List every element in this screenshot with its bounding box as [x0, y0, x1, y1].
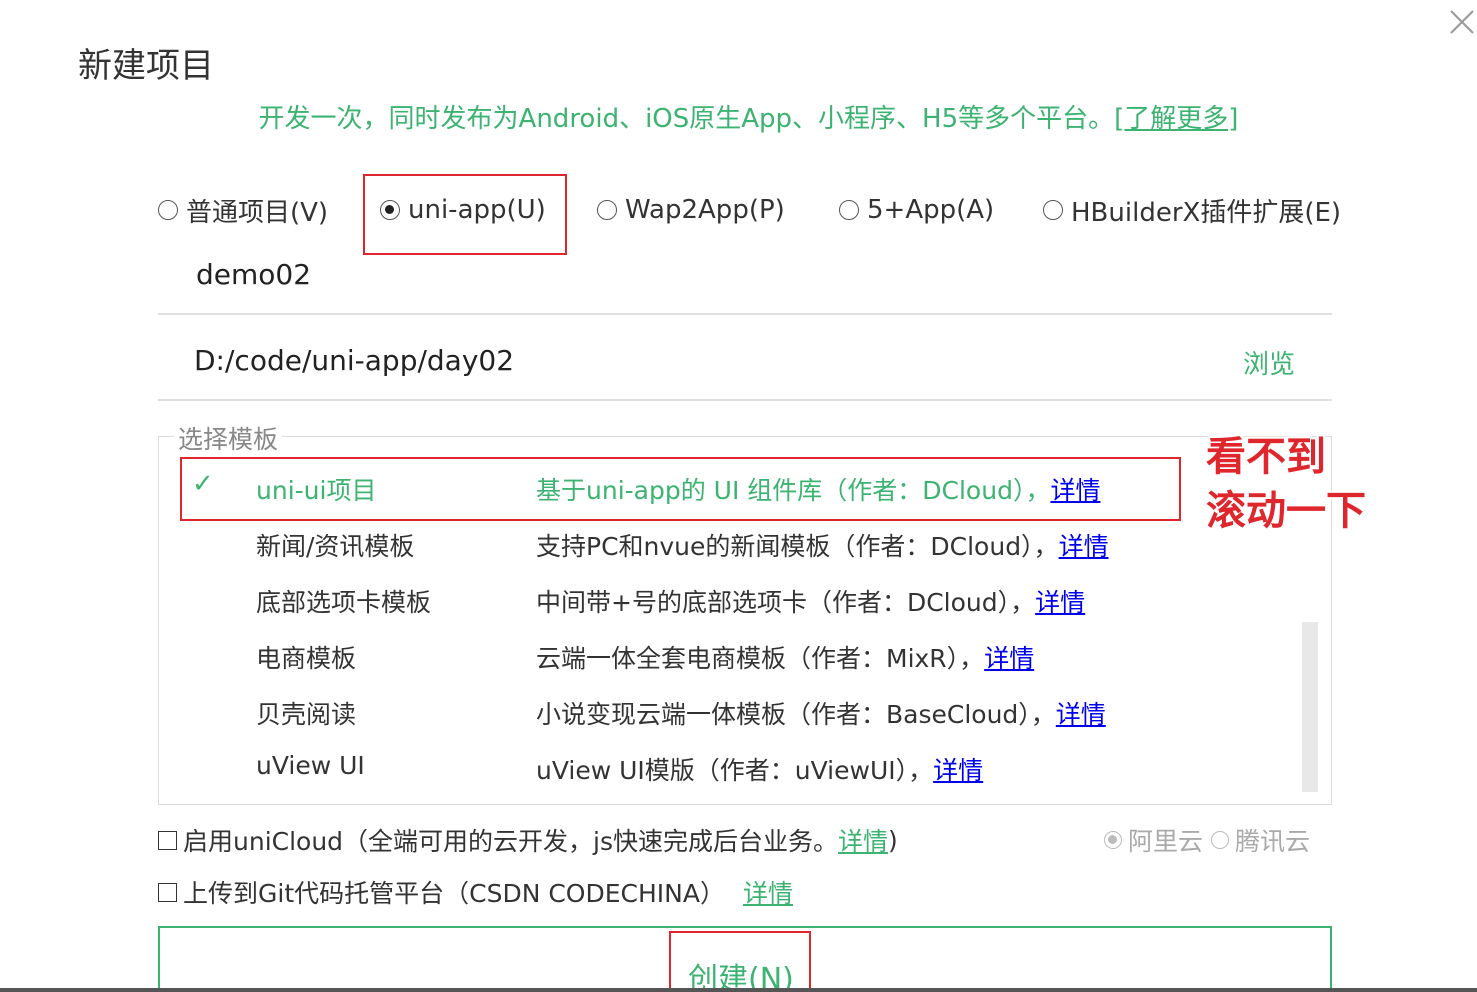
project-type-5plusapp[interactable]: 5+App(A): [839, 190, 994, 230]
checkmark-icon: ✓: [192, 469, 214, 499]
template-detail-link[interactable]: 详情: [1059, 532, 1109, 561]
template-item-reader[interactable]: 贝壳阅读 小说变现云端一体模板（作者：BaseCloud），详情: [180, 683, 1180, 739]
project-path-input[interactable]: D:/code/uni-app/day02: [194, 344, 514, 377]
create-button-label[interactable]: 创建(N): [688, 954, 794, 992]
template-name: 贝壳阅读: [256, 700, 357, 729]
template-desc-text: 小说变现云端一体模板（作者：BaseCloud），: [536, 700, 1056, 729]
window-bottom-edge: [0, 988, 1477, 992]
template-desc: 基于uni-app的 UI 组件库（作者：DCloud），详情: [536, 471, 1100, 507]
learn-more-link[interactable]: [了解更多]: [1114, 104, 1238, 134]
close-icon[interactable]: [1448, 8, 1476, 36]
project-type-normal[interactable]: 普通项目(V): [158, 190, 328, 230]
template-desc-text: uView UI模版（作者：uViewUI），: [536, 756, 934, 785]
template-name: uni-ui项目: [256, 476, 377, 505]
project-name-input[interactable]: demo02: [196, 258, 311, 291]
template-item-uni-ui[interactable]: ✓ uni-ui项目 基于uni-app的 UI 组件库（作者：DCloud），…: [180, 459, 1180, 515]
project-type-hbuilderx-plugin[interactable]: HBuilderX插件扩展(E): [1043, 190, 1341, 230]
tencent-label: 腾讯云: [1235, 827, 1311, 856]
template-detail-link[interactable]: 详情: [1035, 588, 1085, 617]
radio-checked-icon[interactable]: [380, 200, 400, 220]
unicloud-checkbox[interactable]: [158, 830, 177, 850]
dialog-subtitle: 开发一次，同时发布为Android、iOS原生App、小程序、H5等多个平台。[…: [0, 98, 1477, 135]
git-checkbox[interactable]: [158, 882, 177, 902]
cloud-provider-options: 阿里云 腾讯云: [1104, 822, 1310, 858]
template-desc-text: 云端一体全套电商模板（作者：MixR），: [536, 644, 985, 673]
project-type-uniapp[interactable]: uni-app(U): [380, 190, 546, 230]
template-item-news[interactable]: 新闻/资讯模板 支持PC和nvue的新闻模板（作者：DCloud），详情: [180, 515, 1180, 571]
template-detail-link[interactable]: 详情: [933, 756, 983, 785]
radio-icon[interactable]: [158, 200, 178, 220]
template-desc: 支持PC和nvue的新闻模板（作者：DCloud），详情: [536, 527, 1109, 563]
template-desc: 小说变现云端一体模板（作者：BaseCloud），详情: [536, 695, 1106, 731]
browse-button[interactable]: 浏览: [1243, 344, 1295, 381]
tencent-radio[interactable]: [1211, 831, 1230, 849]
subtitle-text: 开发一次，同时发布为Android、iOS原生App、小程序、H5等多个平台。: [258, 104, 1115, 134]
project-type-label: HBuilderX插件扩展(E): [1071, 197, 1342, 228]
radio-icon[interactable]: [839, 200, 859, 220]
template-detail-link[interactable]: 详情: [1056, 700, 1106, 729]
project-type-label: 普通项目(V): [186, 197, 329, 228]
dialog-title: 新建项目: [78, 46, 214, 86]
git-detail-link[interactable]: 详情: [743, 874, 793, 910]
template-desc: 云端一体全套电商模板（作者：MixR），详情: [536, 639, 1034, 675]
annotation-line: 滚动一下: [1206, 488, 1366, 534]
template-desc-text: 基于uni-app的 UI 组件库（作者：DCloud），: [536, 476, 1051, 505]
divider: [158, 313, 1332, 315]
template-name: 底部选项卡模板: [256, 588, 432, 617]
project-type-wap2app[interactable]: Wap2App(P): [597, 190, 785, 230]
annotation-line: 看不到: [1206, 434, 1326, 480]
radio-icon[interactable]: [1043, 200, 1063, 220]
divider: [158, 399, 1332, 401]
template-item-ecommerce[interactable]: 电商模板 云端一体全套电商模板（作者：MixR），详情: [180, 627, 1180, 683]
template-legend: 选择模板: [174, 420, 283, 456]
aliyun-label: 阿里云: [1128, 827, 1204, 856]
project-type-label: Wap2App(P): [625, 195, 785, 225]
template-desc: 中间带+号的底部选项卡（作者：DCloud），详情: [536, 583, 1085, 619]
unicloud-close-paren: ): [888, 825, 898, 855]
template-desc: uView UI模版（作者：uViewUI），详情: [536, 751, 983, 787]
template-scrollbar[interactable]: [1302, 622, 1318, 792]
template-name: uView UI: [256, 751, 365, 780]
project-type-label: 5+App(A): [867, 195, 995, 225]
unicloud-detail-link[interactable]: 详情: [838, 822, 888, 858]
template-item-tabbar[interactable]: 底部选项卡模板 中间带+号的底部选项卡（作者：DCloud），详情: [180, 571, 1180, 627]
git-option[interactable]: 上传到Git代码托管平台（CSDN CODECHINA） 详情: [158, 874, 793, 910]
template-desc-text: 支持PC和nvue的新闻模板（作者：DCloud），: [536, 532, 1059, 561]
template-name: 新闻/资讯模板: [256, 532, 415, 561]
git-label: 上传到Git代码托管平台（CSDN CODECHINA）: [183, 879, 725, 908]
template-name: 电商模板: [256, 644, 357, 673]
template-detail-link[interactable]: 详情: [984, 644, 1034, 673]
aliyun-radio[interactable]: [1104, 831, 1122, 849]
radio-icon[interactable]: [597, 200, 617, 220]
unicloud-label: 启用uniCloud（全端可用的云开发，js快速完成后台业务。: [183, 827, 839, 856]
project-type-label: uni-app(U): [408, 195, 546, 225]
template-desc-text: 中间带+号的底部选项卡（作者：DCloud），: [536, 588, 1036, 617]
unicloud-option[interactable]: 启用uniCloud（全端可用的云开发，js快速完成后台业务。 详情): [158, 822, 898, 858]
annotation-text: 看不到 滚动一下: [1206, 430, 1366, 538]
template-item-uview[interactable]: uView UI uView UI模版（作者：uViewUI），详情: [180, 739, 1180, 795]
template-detail-link[interactable]: 详情: [1050, 476, 1100, 505]
